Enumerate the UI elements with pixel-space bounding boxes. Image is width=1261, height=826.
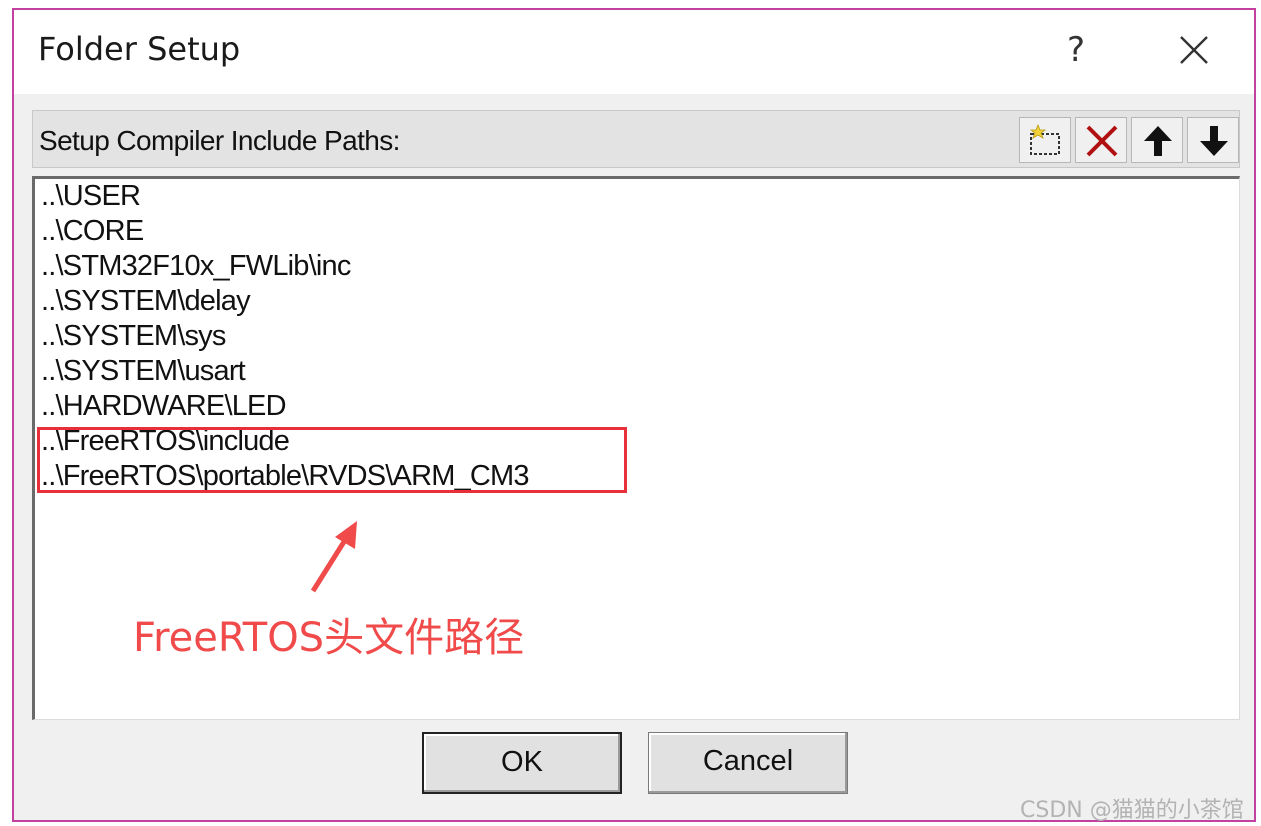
folder-setup-dialog: Folder Setup ? Setup Compiler Include Pa…: [12, 8, 1256, 823]
title-bar: Folder Setup ?: [14, 10, 1254, 94]
close-icon: [1180, 36, 1208, 64]
include-paths-list[interactable]: ..\USER ..\CORE ..\STM32F10x_FWLib\inc .…: [32, 176, 1240, 720]
delete-button[interactable]: [1075, 117, 1127, 163]
list-item[interactable]: ..\SYSTEM\delay: [41, 284, 251, 318]
move-up-button[interactable]: [1131, 117, 1183, 163]
include-paths-label: Setup Compiler Include Paths:: [39, 125, 400, 156]
cancel-button[interactable]: Cancel: [648, 732, 848, 794]
move-down-button[interactable]: [1187, 117, 1239, 163]
delete-x-icon: [1086, 125, 1118, 157]
list-item[interactable]: ..\HARDWARE\LED: [41, 389, 287, 423]
dialog-title: Folder Setup: [38, 30, 241, 68]
ok-button[interactable]: OK: [422, 732, 622, 794]
annotation-text: FreeRTOS头文件路径: [133, 615, 525, 661]
annotation-highlight-box: [37, 427, 627, 493]
list-item[interactable]: ..\SYSTEM\sys: [41, 319, 226, 353]
list-item[interactable]: ..\STM32F10x_FWLib\inc: [41, 249, 351, 283]
arrow-down-icon: [1200, 126, 1228, 156]
help-button[interactable]: ?: [1054, 28, 1098, 72]
annotation-arrow-icon: [310, 521, 357, 593]
new-folder-button[interactable]: [1019, 117, 1071, 163]
watermark: CSDN @猫猫的小茶馆: [1020, 798, 1244, 823]
list-item[interactable]: ..\SYSTEM\usart: [41, 354, 246, 388]
new-folder-icon: [1029, 124, 1060, 155]
include-paths-header: Setup Compiler Include Paths:: [32, 110, 1240, 168]
arrow-up-icon: [1144, 126, 1172, 156]
list-item[interactable]: ..\USER: [41, 179, 141, 213]
close-button[interactable]: [1172, 28, 1216, 72]
list-item[interactable]: ..\CORE: [41, 214, 144, 248]
